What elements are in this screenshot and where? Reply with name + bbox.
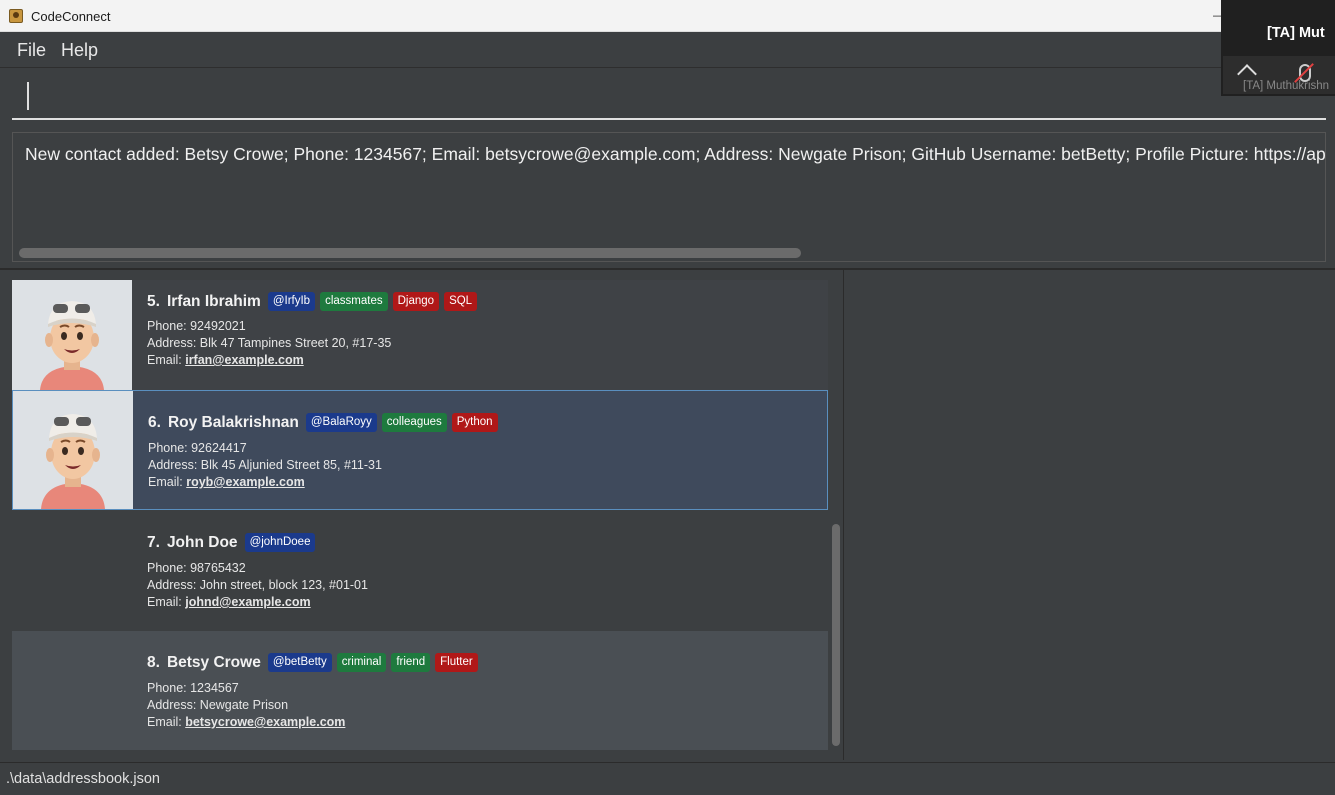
avatar: [12, 280, 132, 390]
app-icon: [9, 9, 23, 23]
menu-help[interactable]: Help: [61, 40, 98, 61]
result-display: New contact added: Betsy Crowe; Phone: 1…: [12, 132, 1326, 262]
status-bar: .\data\addressbook.json: [0, 762, 1335, 795]
result-text: New contact added: Betsy Crowe; Phone: 1…: [25, 144, 1326, 164]
contact-card[interactable]: 7. John Doe @johnDoee Phone: 98765432 Ad…: [12, 511, 828, 631]
contact-card[interactable]: 5. Irfan Ibrahim @IrfyIb classmates Djan…: [12, 280, 828, 390]
contact-address: Address: Newgate Prison: [147, 698, 289, 712]
meeting-controls: [TA] Muthukrishn: [1223, 56, 1335, 94]
contact-header: 7. John Doe @johnDoee: [147, 533, 316, 552]
window-title: CodeConnect: [31, 9, 111, 24]
github-tag: @betBetty: [267, 653, 332, 672]
contact-name: John Doe: [166, 533, 238, 551]
role-tag: criminal: [336, 653, 387, 672]
contact-list: 5. Irfan Ibrahim @IrfyIb classmates Djan…: [0, 270, 844, 760]
contact-name: Irfan Ibrahim: [166, 292, 261, 310]
skill-tag: Python: [451, 413, 498, 432]
participant-subtitle: [TA] Muthukrishn: [1243, 80, 1330, 92]
role-tag: colleagues: [381, 413, 447, 432]
skill-tag: Django: [392, 292, 440, 311]
github-tag: @BalaRoyy: [305, 413, 377, 432]
participant-name: [TA] Mut: [1267, 25, 1325, 41]
email-link[interactable]: royb@example.com: [186, 475, 304, 489]
title-bar: CodeConnect —: [0, 0, 1335, 32]
contact-phone: Phone: 98765432: [147, 561, 246, 575]
contact-phone: Phone: 92492021: [147, 319, 246, 333]
email-link[interactable]: johnd@example.com: [185, 595, 310, 609]
contact-email-row: Email: royb@example.com: [148, 475, 305, 489]
email-label: Email:: [147, 715, 182, 729]
email-link[interactable]: betsycrowe@example.com: [185, 715, 345, 729]
contact-index: 7.: [147, 533, 160, 551]
contact-card[interactable]: 8. Betsy Crowe @betBetty criminal friend…: [12, 631, 828, 750]
contact-phone: Phone: 1234567: [147, 681, 239, 695]
skill-tag: SQL: [444, 292, 478, 311]
contact-header: 8. Betsy Crowe @betBetty criminal friend…: [147, 653, 478, 672]
contact-card-selected[interactable]: 6. Roy Balakrishnan @BalaRoyy colleagues…: [12, 390, 828, 510]
command-input[interactable]: [12, 72, 1326, 120]
horizontal-scrollbar[interactable]: [19, 248, 801, 258]
contact-address: Address: John street, block 123, #01-01: [147, 578, 368, 592]
email-link[interactable]: irfan@example.com: [185, 353, 303, 367]
github-tag: @IrfyIb: [267, 292, 316, 311]
email-label: Email:: [147, 353, 182, 367]
contact-address: Address: Blk 47 Tampines Street 20, #17-…: [147, 336, 392, 350]
role-tag: friend: [391, 653, 431, 672]
minimize-button[interactable]: —: [1213, 8, 1225, 22]
contact-header: 5. Irfan Ibrahim @IrfyIb classmates Djan…: [147, 292, 478, 311]
menu-bar: File Help: [0, 32, 1335, 68]
contact-name: Roy Balakrishnan: [167, 413, 299, 431]
vertical-scrollbar[interactable]: [832, 524, 840, 746]
contact-email-row: Email: irfan@example.com: [147, 353, 304, 367]
contact-email-row: Email: betsycrowe@example.com: [147, 715, 345, 729]
avatar: [13, 391, 133, 509]
email-label: Email:: [147, 595, 182, 609]
contact-index: 8.: [147, 653, 160, 671]
role-tag: classmates: [320, 292, 388, 311]
contact-index: 5.: [147, 292, 160, 310]
contact-index: 6.: [148, 413, 161, 431]
contact-email-row: Email: johnd@example.com: [147, 595, 311, 609]
menu-file[interactable]: File: [17, 40, 46, 61]
contact-name: Betsy Crowe: [166, 653, 261, 671]
contact-phone: Phone: 92624417: [148, 441, 247, 455]
github-tag: @johnDoee: [244, 533, 316, 552]
skill-tag: Flutter: [435, 653, 478, 672]
email-label: Email:: [148, 475, 183, 489]
contact-header: 6. Roy Balakrishnan @BalaRoyy colleagues…: [148, 413, 498, 432]
contact-address: Address: Blk 45 Aljunied Street 85, #11-…: [148, 458, 382, 472]
detail-panel: [845, 270, 1335, 760]
save-location: .\data\addressbook.json: [6, 771, 160, 787]
text-caret: [27, 82, 29, 110]
meeting-overlay: [TA] Mut [TA] Muthukrishn: [1221, 0, 1335, 96]
